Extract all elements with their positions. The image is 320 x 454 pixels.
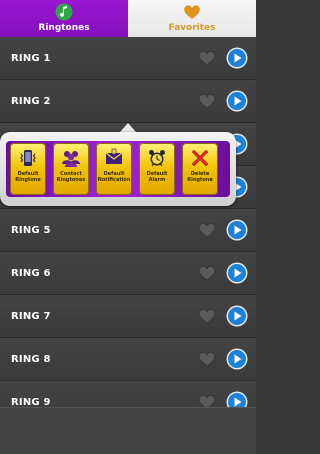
popup-frame: Default Ringtone Contact Ringtones Defau… [0, 132, 236, 206]
play-button-icon[interactable] [226, 262, 248, 284]
tab-favorites[interactable]: Favorites [128, 0, 256, 37]
tab-ringtones[interactable]: Ringtones [0, 0, 128, 37]
tab-favorites-label: Favorites [168, 23, 216, 33]
favorite-heart-icon[interactable] [198, 221, 216, 239]
favorite-heart-icon[interactable] [198, 92, 216, 110]
ring-label: RING 8 [11, 354, 51, 365]
default-ringtone-label: Default Ringtone [15, 171, 41, 183]
phone-vibrate-icon [20, 150, 36, 166]
default-notification-label: Default Notification [97, 171, 131, 183]
ring-row-5[interactable]: RING 5 [0, 209, 256, 252]
play-button-icon[interactable] [226, 90, 248, 112]
ring-row-9[interactable]: RING 9 [0, 381, 256, 407]
popup-caret [120, 123, 136, 132]
ring-label: RING 7 [11, 311, 51, 322]
tab-bar: Ringtones Favorites [0, 0, 256, 37]
ringtone-action-popup: Default Ringtone Contact Ringtones Defau… [0, 123, 236, 206]
delete-x-icon [191, 149, 209, 167]
play-button-icon[interactable] [226, 391, 248, 407]
tab-ringtones-label: Ringtones [38, 23, 90, 33]
contacts-icon [62, 151, 80, 167]
delete-ringtone-button[interactable]: Delete Ringtone [182, 143, 218, 195]
ring-label: RING 5 [11, 225, 51, 236]
bottom-bar [0, 407, 256, 454]
favorite-heart-icon[interactable] [198, 307, 216, 325]
default-alarm-label: Default Alarm [146, 171, 168, 183]
ring-row-6[interactable]: RING 6 [0, 252, 256, 295]
favorite-heart-icon[interactable] [198, 264, 216, 282]
default-alarm-button[interactable]: Default Alarm [139, 143, 175, 195]
popup-action-strip: Default Ringtone Contact Ringtones Defau… [6, 141, 230, 197]
ring-label: RING 2 [11, 96, 51, 107]
play-button-icon[interactable] [226, 47, 248, 69]
play-button-icon[interactable] [226, 348, 248, 370]
envelope-icon [105, 148, 123, 164]
ring-label: RING 6 [11, 268, 51, 279]
favorite-heart-icon[interactable] [198, 350, 216, 368]
contact-ringtones-button[interactable]: Contact Ringtones [53, 143, 89, 195]
ring-row-2[interactable]: RING 2 [0, 80, 256, 123]
favorite-heart-icon[interactable] [198, 49, 216, 67]
play-button-icon[interactable] [226, 219, 248, 241]
default-notification-button[interactable]: Default Notification [96, 143, 132, 195]
music-note-icon [54, 2, 74, 22]
ring-row-1[interactable]: RING 1 [0, 37, 256, 80]
ring-label: RING 1 [11, 53, 51, 64]
ring-row-7[interactable]: RING 7 [0, 295, 256, 338]
favorite-heart-icon[interactable] [198, 393, 216, 407]
ring-label: RING 9 [11, 397, 51, 407]
ring-row-8[interactable]: RING 8 [0, 338, 256, 381]
heart-icon [182, 2, 202, 22]
default-ringtone-button[interactable]: Default Ringtone [10, 143, 46, 195]
delete-ringtone-label: Delete Ringtone [187, 171, 213, 183]
play-button-icon[interactable] [226, 305, 248, 327]
contact-ringtones-label: Contact Ringtones [56, 171, 86, 183]
alarm-clock-icon [149, 150, 165, 167]
ringtone-list: RING 1 RING 2 RING 5 RING 6 RING 7 RING … [0, 37, 256, 407]
